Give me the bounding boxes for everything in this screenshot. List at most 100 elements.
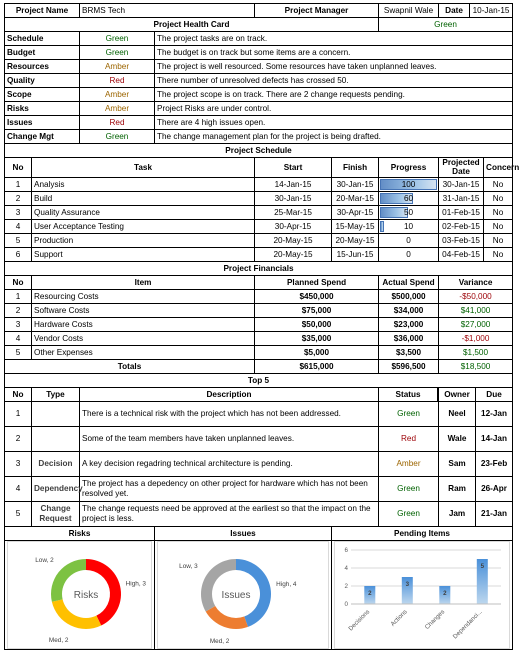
top5-title-row: Top 5: [3, 372, 514, 388]
schedule-row-task: Quality Assurance: [30, 204, 256, 220]
schedule-row-task: Support: [30, 246, 256, 262]
schedule-row-start: 30-Jan-15: [254, 190, 333, 206]
schedule-row-concerns: No: [483, 219, 513, 233]
top5-row-owner-due: Jam 21-Jan: [438, 500, 514, 527]
top5-row-type-chip: Issue: [31, 425, 80, 452]
schedule-row-start: 20-May-15: [254, 232, 333, 248]
schedule-row-progress-value: 50: [403, 207, 414, 217]
risks-chart-header: Risks: [4, 525, 155, 541]
date-value[interactable]: 10-Jan-15: [469, 4, 513, 17]
bar-data-label: 2: [443, 590, 447, 597]
schedule-row-no: 3: [4, 204, 32, 220]
top5-row-type-chip: Dependency: [31, 475, 83, 502]
health-status-badge: Amber: [79, 101, 155, 116]
health-area-label: Risks: [4, 101, 80, 116]
financials-row-actual: $23,000: [378, 316, 440, 332]
schedule-row-start: 30-Apr-15: [254, 218, 333, 234]
top5-row-type-chip: Decision: [31, 450, 80, 477]
project-manager-value[interactable]: Swapnil Wale: [378, 3, 440, 18]
schedule-task-row: 6 Support 20-May-15 15-Jun-15 0 04-Feb-15 No: [4, 246, 514, 262]
health-status-badge: Green: [79, 129, 155, 144]
schedule-row-projected-date: 31-Jan-15: [439, 191, 485, 205]
financials-row: 5 Other Expenses $5,000 $3,500 $1,500: [4, 344, 514, 360]
top5-row-no: 3: [4, 450, 32, 477]
health-status-badge: Green: [79, 31, 155, 46]
schedule-row-projected-concerns: 30-Jan-15 No: [438, 176, 514, 192]
financials-row-actual: $3,500: [378, 344, 440, 360]
financials-row-variance: -$1,000: [438, 330, 514, 346]
financials-totals-planned: $615,000: [254, 358, 380, 374]
schedule-row-finish: 20-May-15: [331, 232, 380, 248]
schedule-row-projected-date: 30-Jan-15: [439, 177, 485, 191]
health-area-label: Resources: [4, 59, 80, 74]
schedule-title: Project Schedule: [3, 143, 514, 158]
donut-svg: High, 3 Med, 2 Low, 2 Risks: [35, 557, 146, 644]
schedule-col-finish: Finish: [331, 157, 380, 178]
donut-slice: [201, 558, 236, 612]
x-axis-category-label: Changes: [424, 608, 446, 630]
top5-row-owner-due: Wale 14-Jan: [438, 425, 514, 452]
schedule-row-progress-bar: 10: [378, 218, 440, 234]
schedule-row-task: User Acceptance Testing: [30, 218, 256, 234]
top5-row: 4 Dependency The project has a depedency o…: [4, 475, 514, 502]
x-axis-category-label: Actions: [389, 608, 408, 627]
health-area-label: Scope: [4, 87, 80, 102]
schedule-task-row: 2 Build 30-Jan-15 20-Mar-15 60 31-Jan-15 No: [4, 190, 514, 206]
schedule-row-start: 14-Jan-15: [254, 176, 333, 192]
top5-row-owner: Sam: [439, 451, 477, 476]
top5-row-status-badge: Amber: [378, 450, 440, 477]
financials-row-variance: $41,000: [438, 302, 514, 318]
schedule-row-progress-bar: 0: [378, 232, 440, 248]
project-name-value[interactable]: BRMS Tech: [78, 3, 256, 18]
financials-row-item: Vendor Costs: [30, 330, 256, 346]
financials-row-planned: $450,000: [254, 288, 380, 304]
health-comment: The project tasks are on track.: [153, 31, 514, 46]
schedule-row-no: 2: [4, 190, 32, 206]
financials-row-item: Software Costs: [30, 302, 256, 318]
top5-rows: 1 Risk There is a technical risk with the …: [4, 400, 514, 527]
top5-row-due: 26-Apr: [475, 476, 513, 501]
schedule-row-task: Production: [30, 232, 256, 248]
health-card-row: Risks Amber Project Risks are under contro…: [4, 101, 514, 116]
top5-row-due: 21-Jan: [475, 501, 513, 526]
schedule-row-finish: 30-Apr-15: [331, 204, 380, 220]
financials-col-actual: Actual Spend: [378, 274, 440, 290]
financials-row-variance: $1,500: [438, 344, 514, 360]
date-label: Date: [439, 4, 471, 17]
top5-row-owner: Wale: [439, 426, 477, 451]
schedule-row-projected-concerns: 01-Feb-15 No: [438, 204, 514, 220]
top5-header-row: No Type Description Status Owner Due: [4, 386, 514, 402]
top5-row-description: There is a technical risk with the proje…: [78, 400, 380, 427]
schedule-row-task: Build: [30, 190, 256, 206]
financials-row-variance: -$50,000: [438, 288, 514, 304]
schedule-row-start: 25-Mar-15: [254, 204, 333, 220]
schedule-row-concerns: No: [483, 233, 513, 247]
top5-row-status-badge: Green: [378, 500, 440, 527]
financials-row-actual: $34,000: [378, 302, 440, 318]
schedule-row-projected-concerns: 02-Feb-15 No: [438, 218, 514, 234]
financials-row-item: Other Expenses: [30, 344, 256, 360]
top5-row-status-badge: Green: [378, 475, 440, 502]
health-card-row: Schedule Green The project tasks are on tr…: [4, 31, 514, 46]
health-comment: The project is well resourced. Some reso…: [153, 59, 514, 74]
top5-row-owner: Jam: [439, 501, 477, 526]
top5-row: 3 Decision A key decision regadring techni…: [4, 450, 514, 477]
schedule-row-projected-concerns: 03-Feb-15 No: [438, 232, 514, 248]
financials-row-variance: $27,000: [438, 316, 514, 332]
donut-svg: High, 4 Med, 2 Low, 3 Issues: [179, 558, 297, 645]
top5-row-due: 12-Jan: [475, 401, 513, 426]
financials-totals-actual: $596,500: [378, 358, 440, 374]
financials-row-actual: $500,000: [378, 288, 440, 304]
health-comment: The budget is on track but some items ar…: [153, 45, 514, 60]
health-status-badge: Amber: [79, 59, 155, 74]
financials-row-no: 1: [4, 288, 32, 304]
health-area-label: Budget: [4, 45, 80, 60]
date-cell: Date 10-Jan-15: [438, 3, 514, 18]
health-area-label: Schedule: [4, 31, 80, 46]
financials-row-no: 5: [4, 344, 32, 360]
schedule-col-concerns: Concerns: [483, 158, 519, 177]
schedule-row-start: 20-May-15: [254, 246, 333, 262]
donut-data-label: High, 4: [276, 581, 297, 588]
schedule-row-progress-bar: 60: [378, 190, 440, 206]
financials-rows: 1 Resourcing Costs $450,000 $500,000 -$50,00…: [4, 288, 514, 360]
